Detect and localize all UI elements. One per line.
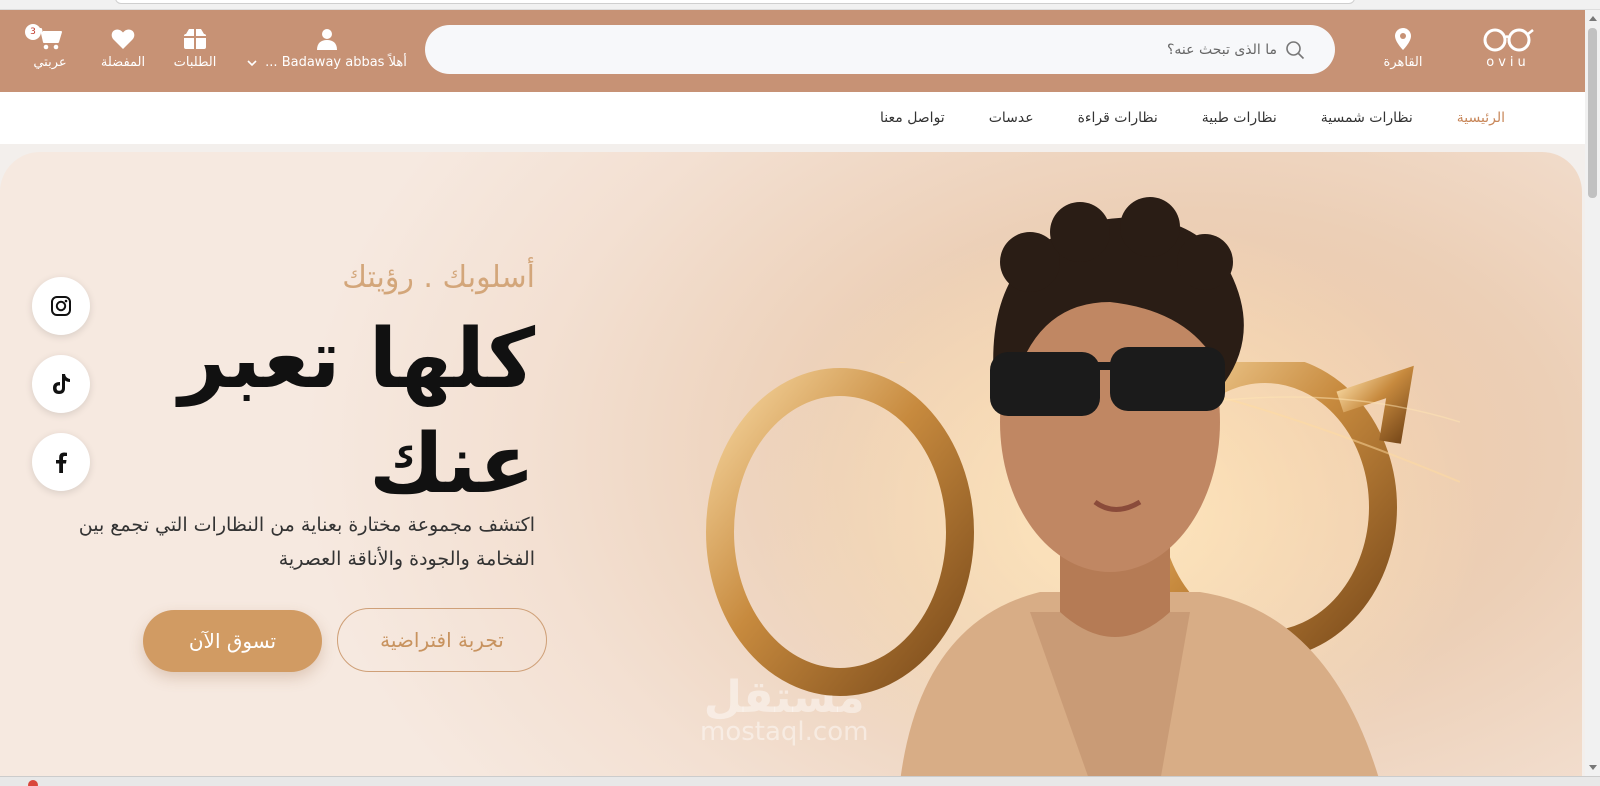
nav-item-sunglasses[interactable]: نظارات شمسية [1321, 110, 1413, 126]
site-header: oviu القاهرة أهلاً Badaway abbas ... [0, 10, 1585, 92]
tiktok-link[interactable] [32, 355, 90, 413]
glasses-logo-icon [1483, 28, 1534, 52]
orders-link[interactable]: الطلبات [165, 27, 225, 70]
hero-headline: كلها تعبر عنك [178, 312, 535, 512]
scrollbar-thumb[interactable] [1588, 28, 1597, 198]
instagram-icon [51, 296, 71, 316]
mostaql-watermark: مستقل mostaql.com [700, 672, 868, 747]
user-icon [317, 29, 337, 50]
cart-count-badge: 3 [25, 24, 41, 40]
nav-item-contact[interactable]: تواصل معنا [880, 110, 945, 126]
nav-item-lenses[interactable]: عدسات [989, 110, 1034, 126]
heart-icon [111, 29, 135, 49]
favorites-label: المفضلة [100, 55, 146, 70]
user-greeting: أهلاً Badaway abbas ... [265, 55, 407, 70]
location-selector[interactable]: القاهرة [1373, 27, 1433, 70]
taskbar-app-icon[interactable] [28, 780, 38, 786]
shop-now-button[interactable]: تسوق الآن [143, 610, 322, 672]
nav-item-home[interactable]: الرئيسية [1457, 110, 1505, 126]
scroll-up-arrow[interactable] [1589, 16, 1597, 21]
logo[interactable]: oviu [1476, 26, 1540, 74]
box-icon [184, 29, 206, 49]
search-input[interactable] [477, 25, 1277, 74]
facebook-icon [56, 452, 67, 473]
cart-link[interactable]: 3 عربتي [25, 24, 75, 70]
nav-item-reading-glasses[interactable]: نظارات قراءة [1078, 110, 1158, 126]
browser-top-bar [0, 0, 1600, 10]
hero-banner: أسلوبك . رؤيتك كلها تعبر عنك اكتشف مجموع… [0, 152, 1582, 776]
chevron-down-icon [247, 59, 257, 66]
favorites-link[interactable]: المفضلة [93, 27, 153, 70]
watermark-latin: mostaql.com [700, 717, 869, 747]
orders-label: الطلبات [173, 55, 217, 70]
facebook-link[interactable] [32, 433, 90, 491]
logo-text: oviu [1486, 55, 1530, 70]
instagram-link[interactable] [32, 277, 90, 335]
search-bar[interactable] [425, 25, 1335, 74]
search-icon[interactable] [1285, 40, 1305, 60]
map-pin-icon [1395, 28, 1411, 50]
watermark-arabic: مستقل [703, 672, 865, 723]
virtual-try-on-button[interactable]: تجربة افتراضية [337, 608, 547, 672]
nav-item-medical-glasses[interactable]: نظارات طبية [1202, 110, 1277, 126]
scroll-down-arrow[interactable] [1589, 765, 1597, 770]
user-menu[interactable]: أهلاً Badaway abbas ... [247, 27, 407, 70]
cart-label: عربتي [33, 55, 67, 70]
browser-address-bar[interactable] [115, 0, 1355, 4]
hero-tagline: أسلوبك . رؤيتك [342, 260, 535, 295]
location-label: القاهرة [1383, 55, 1423, 70]
tiktok-icon [53, 374, 70, 394]
page-scrollbar[interactable] [1585, 10, 1600, 776]
model-man-with-sunglasses-photo [900, 197, 1379, 776]
main-nav: الرئيسية نظارات شمسية نظارات طبية نظارات… [0, 92, 1585, 144]
site: oviu القاهرة أهلاً Badaway abbas ... [0, 10, 1585, 776]
hero-description: اكتشف مجموعة مختارة بعناية من النظارات ا… [78, 514, 535, 570]
browser-bottom-bar [0, 776, 1600, 786]
